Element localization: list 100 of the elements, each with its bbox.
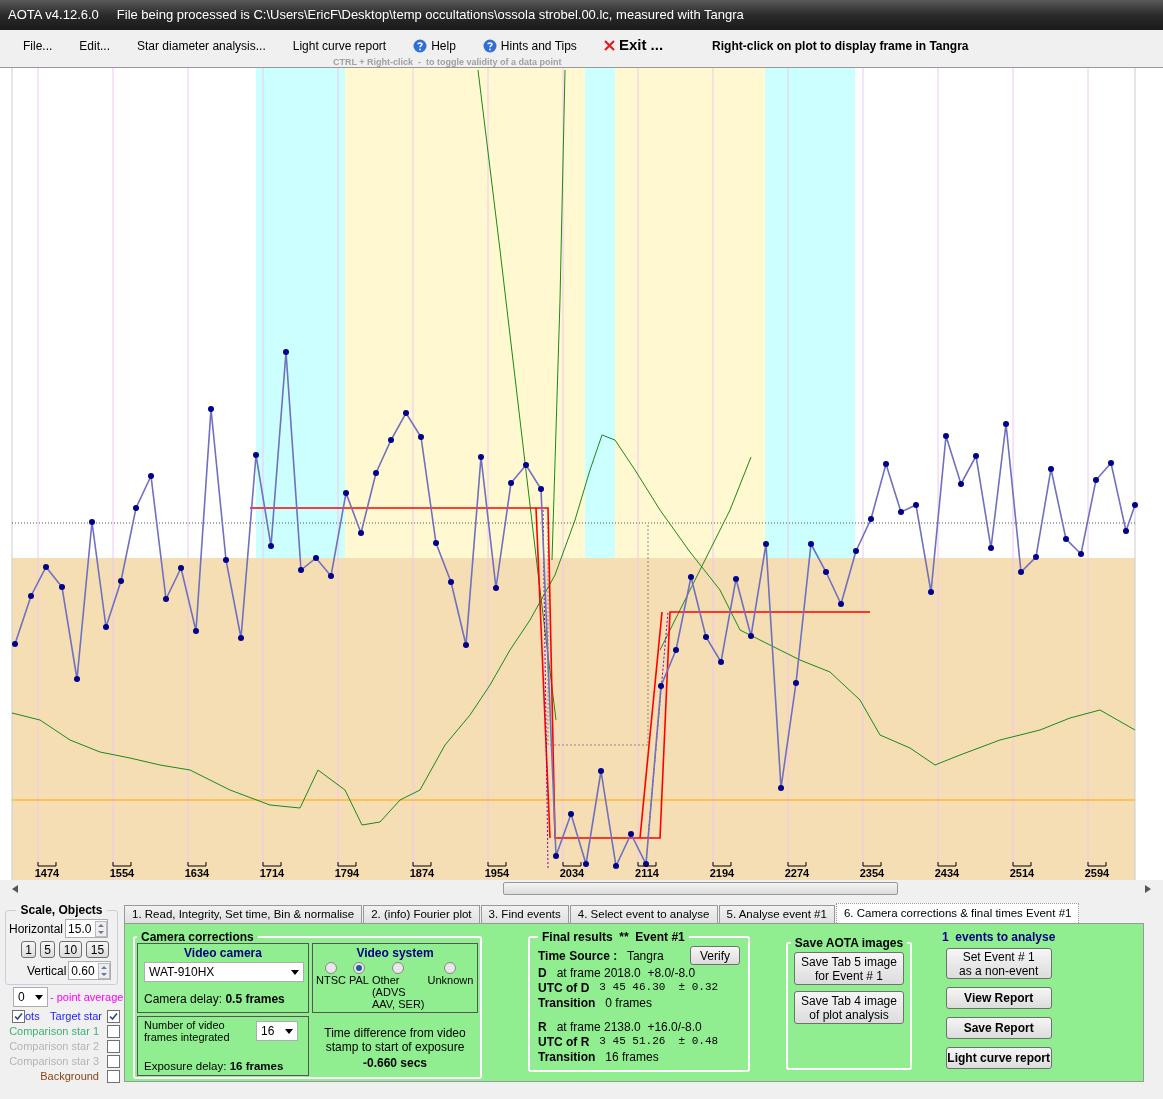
data-point[interactable] bbox=[478, 454, 484, 460]
data-point[interactable] bbox=[718, 659, 724, 665]
radio-button[interactable] bbox=[352, 962, 365, 974]
data-point[interactable] bbox=[973, 453, 979, 459]
data-point[interactable] bbox=[223, 557, 229, 563]
data-point[interactable] bbox=[778, 785, 784, 791]
data-point[interactable] bbox=[298, 567, 304, 573]
data-point[interactable] bbox=[43, 564, 49, 570]
data-point[interactable] bbox=[74, 676, 80, 682]
tab[interactable]: 6. Camera corrections & final times Event #1 bbox=[835, 903, 1080, 923]
data-point[interactable] bbox=[1123, 528, 1129, 534]
menu-item[interactable]: Help bbox=[413, 36, 456, 55]
radio-button[interactable] bbox=[392, 962, 405, 974]
checkbox[interactable] bbox=[107, 1070, 120, 1083]
data-point[interactable] bbox=[118, 578, 124, 584]
data-point[interactable] bbox=[148, 473, 154, 479]
data-point[interactable] bbox=[808, 541, 814, 547]
data-point[interactable] bbox=[59, 584, 65, 590]
data-point[interactable] bbox=[598, 768, 604, 774]
data-point[interactable] bbox=[388, 437, 394, 443]
data-point[interactable] bbox=[883, 461, 889, 467]
data-point[interactable] bbox=[1048, 466, 1054, 472]
menu-item[interactable]: Edit... bbox=[79, 36, 111, 55]
data-point[interactable] bbox=[448, 579, 454, 585]
checkbox[interactable] bbox=[107, 1010, 120, 1023]
tab[interactable]: 2. (info) Fourier plot bbox=[363, 905, 480, 923]
checkbox[interactable] bbox=[107, 1055, 120, 1068]
data-point[interactable] bbox=[28, 593, 34, 599]
data-point[interactable] bbox=[763, 541, 769, 547]
action-button[interactable]: Verify bbox=[690, 946, 740, 965]
data-point[interactable] bbox=[433, 540, 439, 546]
data-point[interactable] bbox=[628, 831, 634, 837]
data-point[interactable] bbox=[523, 462, 529, 468]
dropdown-field[interactable]: 0 bbox=[13, 987, 48, 1007]
data-point[interactable] bbox=[283, 349, 289, 355]
data-point[interactable] bbox=[823, 569, 829, 575]
menu-item[interactable]: Exit ... bbox=[603, 34, 664, 57]
radio-button[interactable] bbox=[324, 962, 337, 974]
data-point[interactable] bbox=[898, 509, 904, 515]
data-point[interactable] bbox=[163, 596, 169, 602]
data-point[interactable] bbox=[538, 486, 544, 492]
data-point[interactable] bbox=[193, 628, 199, 634]
data-point[interactable] bbox=[12, 641, 18, 647]
data-point[interactable] bbox=[673, 647, 679, 653]
scrollbar-thumb[interactable] bbox=[503, 882, 898, 895]
data-point[interactable] bbox=[358, 530, 364, 536]
checkbox[interactable] bbox=[107, 1040, 120, 1053]
data-point[interactable] bbox=[1018, 569, 1024, 575]
action-button[interactable]: Save Report bbox=[945, 1017, 1052, 1039]
checkbox[interactable] bbox=[107, 1025, 120, 1038]
tab[interactable]: 3. Find events bbox=[480, 905, 569, 923]
menu-item[interactable]: File... bbox=[23, 36, 53, 55]
data-point[interactable] bbox=[1078, 551, 1084, 557]
data-point[interactable] bbox=[913, 502, 919, 508]
number-field[interactable]: 0.60 bbox=[68, 961, 112, 980]
action-button[interactable]: View Report bbox=[945, 987, 1052, 1009]
data-point[interactable] bbox=[328, 573, 334, 579]
data-point[interactable] bbox=[988, 545, 994, 551]
data-point[interactable] bbox=[133, 505, 139, 511]
data-point[interactable] bbox=[553, 853, 559, 859]
action-button[interactable]: 5 bbox=[40, 941, 55, 958]
data-point[interactable] bbox=[733, 576, 739, 582]
data-point[interactable] bbox=[493, 585, 499, 591]
data-point[interactable] bbox=[1033, 554, 1039, 560]
tab[interactable]: 5. Analyse event #1 bbox=[718, 905, 835, 923]
data-point[interactable] bbox=[238, 635, 244, 641]
data-point[interactable] bbox=[688, 574, 694, 580]
action-button[interactable]: Save Tab 4 image of plot analysis bbox=[794, 991, 904, 1024]
data-point[interactable] bbox=[958, 481, 964, 487]
action-button[interactable]: Light curve report bbox=[945, 1047, 1052, 1069]
data-point[interactable] bbox=[418, 434, 424, 440]
data-point[interactable] bbox=[208, 406, 214, 412]
tab[interactable]: 1. Read, Integrity, Set time, Bin & normalise bbox=[124, 905, 363, 923]
data-point[interactable] bbox=[1063, 536, 1069, 542]
menu-item[interactable]: Hints and Tips bbox=[482, 36, 577, 55]
data-point[interactable] bbox=[373, 470, 379, 476]
data-point[interactable] bbox=[838, 601, 844, 607]
menu-item[interactable]: Light curve report bbox=[292, 36, 387, 55]
checkbox[interactable] bbox=[12, 1010, 25, 1023]
action-button[interactable]: Set Event # 1 as a non-event bbox=[945, 948, 1052, 979]
data-point[interactable] bbox=[463, 642, 469, 648]
data-point[interactable] bbox=[313, 555, 319, 561]
menu-item[interactable]: Star diameter analysis... bbox=[137, 36, 266, 55]
data-point[interactable] bbox=[853, 548, 859, 554]
data-point[interactable] bbox=[748, 633, 754, 639]
action-button[interactable]: 15 bbox=[86, 941, 109, 958]
radio-button[interactable] bbox=[444, 962, 457, 974]
data-point[interactable] bbox=[658, 683, 664, 689]
data-point[interactable] bbox=[253, 452, 259, 458]
data-point[interactable] bbox=[1108, 460, 1114, 466]
dropdown-field[interactable]: WAT-910HX bbox=[144, 962, 304, 982]
data-point[interactable] bbox=[508, 480, 514, 486]
data-point[interactable] bbox=[1003, 421, 1009, 427]
data-point[interactable] bbox=[343, 490, 349, 496]
data-point[interactable] bbox=[89, 519, 95, 525]
data-point[interactable] bbox=[1132, 502, 1138, 508]
data-point[interactable] bbox=[403, 410, 409, 416]
data-point[interactable] bbox=[268, 543, 274, 549]
data-point[interactable] bbox=[643, 861, 649, 867]
action-button[interactable]: Save Tab 5 image for Event # 1 bbox=[794, 952, 904, 985]
